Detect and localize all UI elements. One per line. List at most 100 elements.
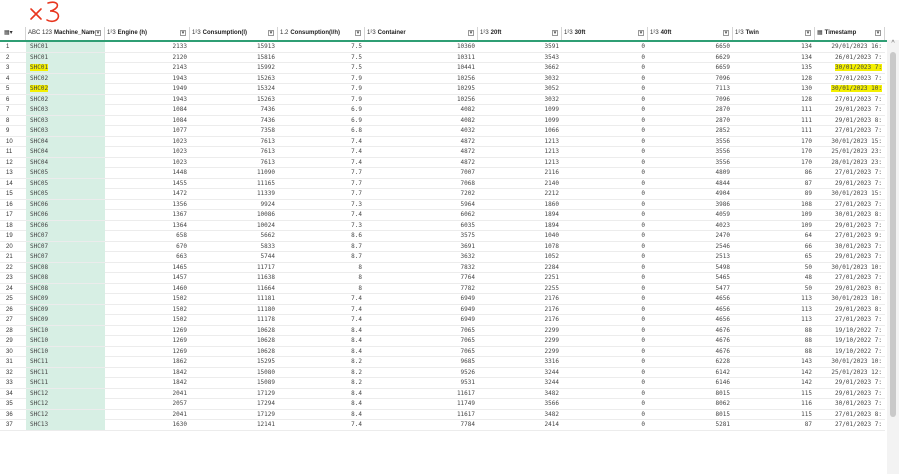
cell-f20[interactable]: 1099 [478, 116, 562, 126]
cell-f20[interactable]: 3482 [478, 410, 562, 420]
cell-cont[interactable]: 4082 [365, 116, 478, 126]
cell-machine[interactable]: SHC07 [26, 231, 105, 241]
cell-twin[interactable]: 116 [733, 399, 815, 409]
cell-cont[interactable]: 4872 [365, 158, 478, 168]
cell-consh[interactable]: 7.7 [278, 189, 365, 199]
cell-ts[interactable]: 19/10/2022 7: [815, 347, 885, 357]
column-header-cons[interactable]: 1²3 Consumption(l) ▾ [190, 27, 278, 40]
cell-machine[interactable]: SHC01 [26, 52, 105, 63]
cell-machine[interactable]: SHC05 [26, 189, 105, 199]
cell-machine[interactable]: SHC04 [26, 136, 105, 147]
cell-f30[interactable]: 0 [562, 168, 648, 178]
cell-f30[interactable]: 0 [562, 116, 648, 126]
cell-consh[interactable]: 8.7 [278, 252, 365, 262]
table-row[interactable]: 20 SHC07 670 5833 8.7 3691 1078 0 2546 66 30/01/20… [0, 241, 885, 252]
cell-f40[interactable]: 6142 [648, 368, 733, 378]
table-row[interactable]: 25 SHC09 1502 11181 7.4 6949 2176 0 4656 113 30/01… [0, 294, 885, 305]
cell-consh[interactable]: 7.5 [278, 42, 365, 52]
table-row[interactable]: 30 SHC10 1269 10628 8.4 7065 2299 0 4676 88 19/10/… [0, 346, 885, 357]
cell-engine[interactable]: 1364 [105, 221, 190, 231]
cell-engine[interactable]: 1502 [105, 294, 190, 304]
cell-twin[interactable]: 88 [733, 336, 815, 346]
cell-machine[interactable]: SHC09 [26, 315, 105, 325]
cell-f20[interactable]: 3591 [478, 42, 562, 52]
cell-consh[interactable]: 8.4 [278, 336, 365, 346]
cell-cont[interactable]: 4872 [365, 147, 478, 157]
cell-ts[interactable]: 27/01/2023 7: [815, 95, 885, 105]
cell-f20[interactable]: 3032 [478, 95, 562, 105]
cell-cons[interactable]: 5744 [190, 252, 278, 262]
cell-consh[interactable]: 8.2 [278, 378, 365, 388]
cell-cont[interactable]: 5964 [365, 200, 478, 210]
cell-cons[interactable]: 15080 [190, 368, 278, 378]
column-header-twin[interactable]: 1²3 Twin ▾ [733, 27, 815, 40]
cell-consh[interactable]: 7.4 [278, 294, 365, 304]
table-row[interactable]: 12 SHC04 1023 7613 7.4 4872 1213 0 3556 170 28/01/… [0, 157, 885, 168]
cell-cont[interactable]: 7065 [365, 326, 478, 336]
cell-cont[interactable]: 4082 [365, 105, 478, 115]
cell-twin[interactable]: 109 [733, 210, 815, 220]
filter-dropdown-icon[interactable]: ▾ [180, 30, 186, 36]
cell-consh[interactable]: 7.4 [278, 158, 365, 168]
cell-twin[interactable]: 113 [733, 294, 815, 304]
cell-f40[interactable]: 2513 [648, 252, 733, 262]
cell-consh[interactable]: 7.4 [278, 420, 365, 430]
cell-engine[interactable]: 1269 [105, 326, 190, 336]
cell-engine[interactable]: 1472 [105, 189, 190, 199]
cell-cont[interactable]: 7764 [365, 273, 478, 283]
cell-engine[interactable]: 1502 [105, 305, 190, 315]
cell-engine[interactable]: 2041 [105, 410, 190, 420]
cell-engine[interactable]: 2120 [105, 53, 190, 63]
cell-cons[interactable]: 7358 [190, 126, 278, 136]
cell-f40[interactable]: 6629 [648, 53, 733, 63]
cell-cont[interactable]: 10256 [365, 74, 478, 84]
table-row[interactable]: 19 SHC07 658 5662 8.6 3575 1040 0 2470 64 27/01/20… [0, 231, 885, 242]
cell-consh[interactable]: 7.7 [278, 179, 365, 189]
cell-engine[interactable]: 1084 [105, 105, 190, 115]
cell-cons[interactable]: 5662 [190, 231, 278, 241]
table-row[interactable]: 16 SHC06 1356 9924 7.3 5964 1860 0 3986 108 27/01/… [0, 199, 885, 210]
cell-cons[interactable]: 11638 [190, 273, 278, 283]
table-row[interactable]: 18 SHC06 1364 10024 7.3 6035 1894 0 4023 109 29/01… [0, 220, 885, 231]
cell-cont[interactable]: 7065 [365, 336, 478, 346]
cell-f20[interactable]: 3244 [478, 378, 562, 388]
cell-consh[interactable]: 7.3 [278, 221, 365, 231]
cell-cont[interactable]: 10311 [365, 53, 478, 63]
cell-ts[interactable]: 29/01/2023 0: [815, 284, 885, 294]
table-row[interactable]: 21 SHC07 663 5744 8.7 3632 1052 0 2513 65 29/01/20… [0, 252, 885, 263]
cell-f40[interactable]: 2546 [648, 242, 733, 252]
cell-f40[interactable]: 2470 [648, 231, 733, 241]
cell-machine[interactable]: SHC09 [26, 304, 105, 315]
cell-machine[interactable]: SHC03 [26, 126, 105, 136]
cell-ts[interactable]: 27/01/2023 7: [815, 420, 885, 430]
table-row[interactable]: 31 SHC11 1862 15295 8.2 9685 3316 0 6228 143 30/01… [0, 357, 885, 368]
cell-f20[interactable]: 2176 [478, 294, 562, 304]
cell-ts[interactable]: 27/01/2023 8: [815, 410, 885, 420]
cell-cont[interactable]: 6035 [365, 221, 478, 231]
table-row[interactable]: 4 SHC02 1943 15263 7.9 10256 3032 0 7096 128 27/01… [0, 73, 885, 84]
cell-f30[interactable]: 0 [562, 378, 648, 388]
cell-twin[interactable]: 109 [733, 221, 815, 231]
cell-machine[interactable]: SHC01 [26, 42, 105, 52]
table-row[interactable]: 14 SHC05 1455 11165 7.7 7068 2140 0 4844 87 29/01/… [0, 178, 885, 189]
cell-ts[interactable]: 29/01/2023 7: [815, 179, 885, 189]
cell-cons[interactable]: 5833 [190, 242, 278, 252]
cell-twin[interactable]: 128 [733, 74, 815, 84]
cell-machine[interactable]: SHC11 [26, 357, 105, 367]
cell-f30[interactable]: 0 [562, 147, 648, 157]
cell-cons[interactable]: 10086 [190, 210, 278, 220]
cell-f40[interactable]: 8062 [648, 399, 733, 409]
cell-ts[interactable]: 27/01/2023 7: [815, 200, 885, 210]
table-row[interactable]: 3 SHC01 2143 15992 7.5 10441 3662 0 6659 135 30/01… [0, 63, 885, 74]
cell-ts[interactable]: 25/01/2023 23: [815, 147, 885, 157]
cell-cont[interactable]: 6949 [365, 294, 478, 304]
cell-twin[interactable]: 142 [733, 368, 815, 378]
cell-f30[interactable]: 0 [562, 53, 648, 63]
cell-f30[interactable]: 0 [562, 179, 648, 189]
cell-machine[interactable]: SHC12 [26, 399, 105, 409]
cell-f30[interactable]: 0 [562, 368, 648, 378]
cell-engine[interactable]: 1448 [105, 168, 190, 178]
cell-f20[interactable]: 2176 [478, 305, 562, 315]
cell-f40[interactable]: 2870 [648, 105, 733, 115]
cell-f20[interactable]: 1099 [478, 105, 562, 115]
